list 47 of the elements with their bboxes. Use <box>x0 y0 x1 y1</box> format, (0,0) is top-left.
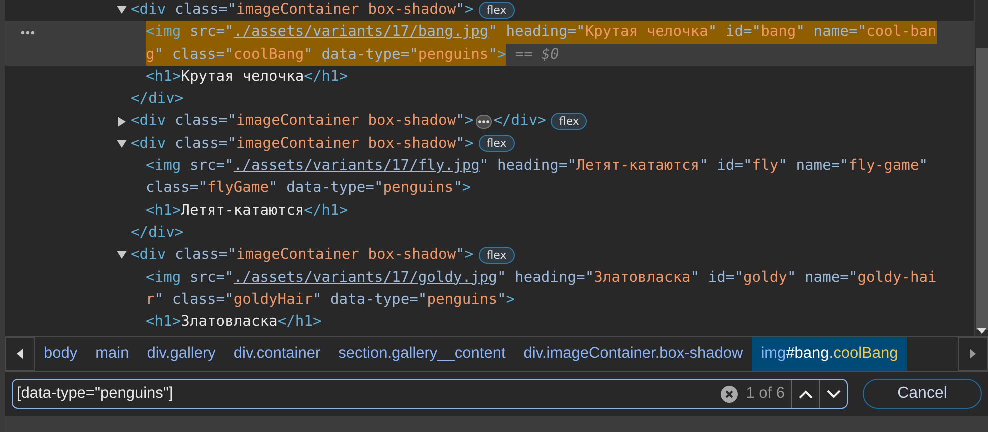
code-line: <h1>Златовласка</h1> <box>146 312 322 332</box>
breadcrumb-item[interactable]: img#bang.coolBang <box>752 337 908 371</box>
code-line: <h1>Летят-катаются</h1> <box>146 200 348 221</box>
scroll-left-button[interactable] <box>5 337 35 371</box>
collapsed-triangle-icon[interactable] <box>117 116 127 127</box>
code-line: class="flyGame" data-type="penguins"> <box>146 178 472 198</box>
expanded-triangle-icon[interactable] <box>117 5 127 16</box>
chevron-down-icon <box>826 390 840 398</box>
flex-badge[interactable]: flex <box>551 113 588 130</box>
breadcrumb-item[interactable]: div.container <box>224 337 330 371</box>
breadcrumb-item[interactable]: div.gallery <box>138 337 225 371</box>
clear-icon[interactable] <box>721 386 738 402</box>
code-line: r" class="goldyHair" data-type="penguins"> <box>146 290 516 310</box>
code-line: <img src="./assets/variants/17/fly.jpg" heading="Летят-катаются" id="fly" name="fly-game" <box>146 156 928 176</box>
code-line: <div class="imageContainer box-shadow"> <box>131 245 474 266</box>
breadcrumb-item[interactable]: section.gallery__content <box>330 337 515 371</box>
console-reference: == $0 <box>515 44 560 65</box>
breadcrumb-item[interactable]: main <box>86 337 138 371</box>
search-bar[interactable]: [data-type="penguins"] 1 of 6 <box>12 379 848 409</box>
scroll-right-button[interactable] <box>958 337 988 371</box>
code-line: <div class="imageContainer box-shadow"> <box>131 134 474 154</box>
src-link[interactable]: ./assets/variants/17/fly.jpg <box>234 157 480 174</box>
search-field[interactable]: [data-type="penguins"] <box>13 385 722 403</box>
code-line: <img src="./assets/variants/17/goldy.jpg" heading="Златовласка" id="goldy" name="goldy-hai <box>146 268 937 288</box>
code-line: <div class="imageContainer box-shadow"> <box>131 0 474 20</box>
breadcrumb-item[interactable]: div.imageContainer.box-shadow <box>514 337 752 371</box>
scrollbar[interactable] <box>974 0 988 336</box>
ellipsis-icon[interactable] <box>476 114 492 129</box>
expanded-triangle-icon[interactable] <box>117 250 127 260</box>
code-line: <div class="imageContainer box-shadow"> <box>131 111 474 132</box>
chevron-up-icon <box>798 390 812 398</box>
closing-tag: </div> <box>494 110 546 133</box>
flex-badge[interactable]: flex <box>478 2 515 19</box>
cancel-button[interactable]: Cancel <box>863 379 982 409</box>
code-line: <h1>Крутая челочка</h1> <box>146 66 348 87</box>
match-count: 1 of 6 <box>746 385 785 403</box>
left-arrow-icon <box>17 349 23 359</box>
code-line: </div> <box>131 89 184 110</box>
src-link[interactable]: ./assets/variants/17/goldy.jpg <box>234 268 498 286</box>
scroll-down-arrow-icon[interactable] <box>977 328 987 334</box>
expanded-triangle-icon[interactable] <box>117 138 127 149</box>
right-arrow-icon <box>970 349 976 359</box>
code-line: </div> <box>131 222 184 243</box>
more-icon[interactable] <box>21 31 35 36</box>
flex-badge[interactable]: flex <box>478 246 515 264</box>
breadcrumb-item[interactable]: body <box>35 337 87 371</box>
flex-badge[interactable]: flex <box>478 135 515 152</box>
